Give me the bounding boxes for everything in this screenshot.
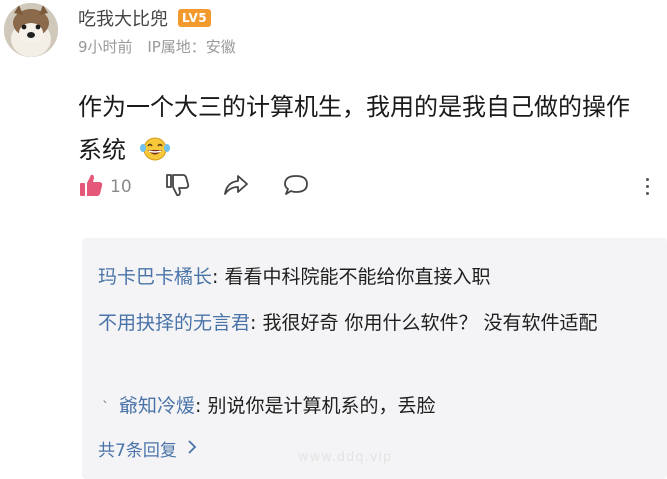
- share-button[interactable]: [222, 173, 250, 201]
- speech-bubble-icon: [282, 173, 310, 201]
- laughing-tears-icon: [139, 133, 170, 176]
- avatar[interactable]: [4, 3, 58, 57]
- action-bar: 10: [78, 172, 342, 202]
- more-options-icon[interactable]: [646, 178, 649, 195]
- reply-item[interactable]: ˋ 爺知冷煖: 别说你是计算机系的，丢脸: [98, 391, 653, 424]
- reply-text: : 别说你是计算机系的，丢脸: [195, 395, 436, 417]
- author-name[interactable]: 吃我大比兜: [78, 5, 168, 31]
- reply-button[interactable]: [282, 173, 310, 201]
- thumbs-down-icon: [164, 172, 190, 202]
- reply-username[interactable]: 玛卡巴卡橘长: [98, 266, 212, 288]
- author-row: 吃我大比兜 LV5: [78, 5, 212, 31]
- reply-list: 玛卡巴卡橘长: 看看中科院能不能给你直接入职 不用抉择的无言君: 我很好奇 你用…: [82, 238, 667, 479]
- reply-text: : 看看中科院能不能给你直接入职: [212, 266, 491, 288]
- view-more-replies-button[interactable]: 共7条回复: [98, 436, 197, 461]
- watermark: www.ddq.vip: [298, 450, 393, 465]
- post-time: 9小时前: [78, 38, 133, 56]
- reply-text: : 我很好奇 你用什么软件？ 没有软件适配: [250, 312, 598, 334]
- comment-content: 作为一个大三的计算机生，我用的是我自己做的操作系统: [78, 86, 653, 176]
- like-count: 10: [110, 177, 132, 197]
- share-arrow-icon: [222, 173, 250, 201]
- reply-username[interactable]: 不用抉择的无言君: [98, 312, 250, 334]
- decoration-mark-icon: ˋ: [102, 400, 109, 416]
- post-meta: 9小时前 IP属地：安徽: [78, 36, 236, 57]
- like-button[interactable]: 10: [78, 172, 132, 202]
- dislike-button[interactable]: [164, 172, 190, 202]
- ip-location: IP属地：安徽: [147, 38, 236, 56]
- chevron-right-icon: [187, 439, 197, 459]
- reply-item[interactable]: 玛卡巴卡橘长: 看看中科院能不能给你直接入职: [98, 262, 653, 293]
- more-replies-label: 共7条回复: [98, 441, 177, 461]
- reply-username[interactable]: 爺知冷煖: [119, 395, 195, 417]
- reply-item[interactable]: 不用抉择的无言君: 我很好奇 你用什么软件？ 没有软件适配: [98, 308, 653, 339]
- dog-avatar-icon: [4, 3, 58, 57]
- level-badge: LV5: [178, 9, 212, 27]
- thumbs-up-icon: [78, 172, 104, 202]
